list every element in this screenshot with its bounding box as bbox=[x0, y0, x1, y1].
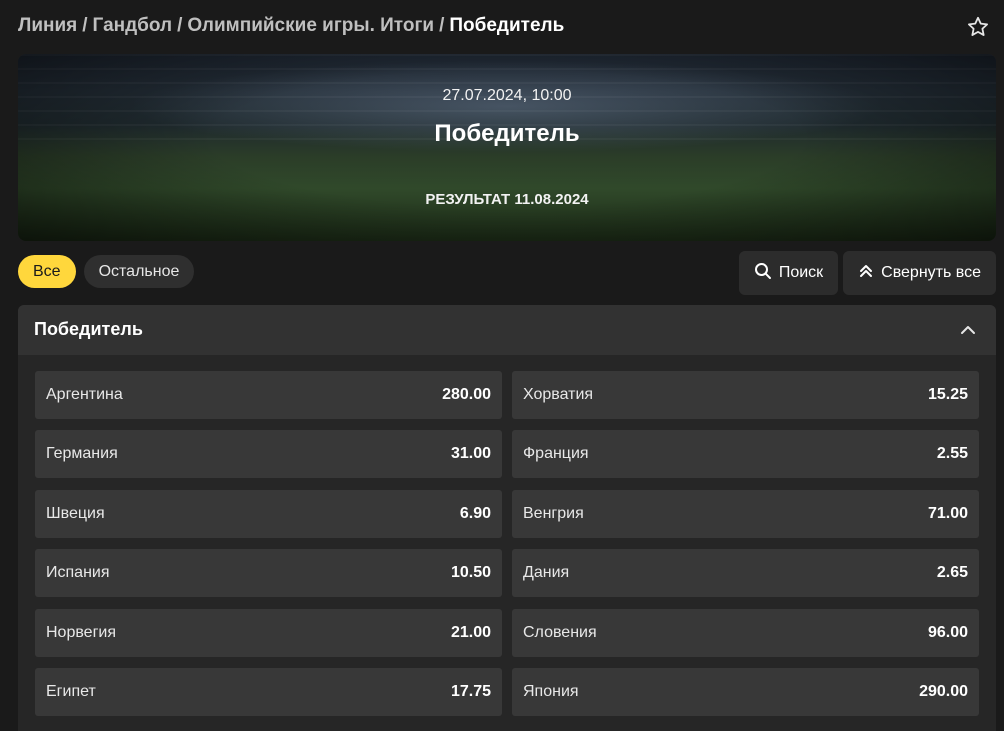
market-actions: Поиск Свернуть все bbox=[734, 251, 996, 295]
breadcrumb-item-current: Победитель bbox=[449, 15, 565, 36]
outcome-cell[interactable]: Швеция 6.90 bbox=[35, 490, 502, 538]
outcome-odds: 15.25 bbox=[927, 386, 968, 403]
outcome-cell[interactable]: Венгрия 71.00 bbox=[512, 490, 979, 538]
outcome-cell[interactable]: Дания 2.65 bbox=[512, 549, 979, 597]
top-bar: Линия / Гандбол / Олимпийские игры. Итоги / По… bbox=[0, 0, 1004, 54]
event-title: Победитель bbox=[434, 120, 580, 147]
filter-other[interactable]: Остальное bbox=[83, 255, 195, 288]
outcome-cell[interactable]: Германия 31.00 bbox=[35, 430, 502, 478]
outcome-cell[interactable]: Словения 96.00 bbox=[512, 609, 979, 657]
outcome-name: Венгрия bbox=[523, 505, 584, 522]
outcome-odds: 290.00 bbox=[919, 683, 968, 700]
outcome-odds: 280.00 bbox=[442, 386, 491, 403]
outcome-name: Хорватия bbox=[523, 386, 594, 403]
outcome-name: Франция bbox=[523, 445, 589, 462]
outcome-cell[interactable]: Аргентина 280.00 bbox=[35, 371, 502, 419]
filter-all[interactable]: Все bbox=[18, 255, 76, 288]
outcome-cell[interactable]: Египет 17.75 bbox=[35, 668, 502, 716]
breadcrumb-item-line[interactable]: Линия bbox=[18, 15, 77, 36]
event-date: 27.07.2024, 10:00 bbox=[442, 87, 572, 104]
event-result: РЕЗУЛЬТАТ 11.08.2024 bbox=[425, 191, 589, 208]
outcome-name: Германия bbox=[46, 445, 118, 462]
search-button[interactable]: Поиск bbox=[738, 251, 839, 295]
outcome-name: Швеция bbox=[46, 505, 105, 522]
collapse-all-button[interactable]: Свернуть все bbox=[843, 251, 996, 295]
outcome-cell[interactable]: Хорватия 15.25 bbox=[512, 371, 979, 419]
market-panel: Победитель Аргентина 280.00 Хорватия 15.… bbox=[18, 305, 996, 731]
outcome-name: Египет bbox=[46, 683, 96, 700]
breadcrumb-separator: / bbox=[439, 15, 445, 36]
breadcrumb-item-olympics[interactable]: Олимпийские игры. Итоги bbox=[187, 15, 434, 36]
outcome-odds: 6.90 bbox=[459, 505, 491, 522]
outcome-odds: 2.65 bbox=[936, 564, 968, 581]
market-filters: Все Остальное bbox=[18, 255, 202, 289]
breadcrumb-separator: / bbox=[82, 15, 88, 36]
outcome-cell[interactable]: Норвегия 21.00 bbox=[35, 609, 502, 657]
outcome-name: Дания bbox=[523, 564, 570, 581]
outcome-odds: 96.00 bbox=[927, 624, 968, 641]
double-chevron-up-icon bbox=[858, 263, 874, 284]
outcome-cell[interactable]: Испания 10.50 bbox=[35, 549, 502, 597]
outcome-odds: 21.00 bbox=[450, 624, 491, 641]
outcome-cell[interactable]: Япония 290.00 bbox=[512, 668, 979, 716]
breadcrumb: Линия / Гандбол / Олимпийские игры. Итоги / По… bbox=[18, 15, 564, 37]
search-label: Поиск bbox=[778, 264, 824, 281]
chevron-up-icon[interactable] bbox=[958, 320, 978, 340]
breadcrumb-separator: / bbox=[177, 15, 183, 36]
star-outline-icon[interactable] bbox=[966, 15, 990, 39]
outcome-odds: 31.00 bbox=[450, 445, 491, 462]
breadcrumb-item-handball[interactable]: Гандбол bbox=[93, 15, 173, 36]
outcome-name: Аргентина bbox=[46, 386, 123, 403]
event-banner: 27.07.2024, 10:00 Победитель РЕЗУЛЬТАТ 1… bbox=[18, 54, 996, 241]
outcome-odds: 71.00 bbox=[927, 505, 968, 522]
outcome-cell[interactable]: Франция 2.55 bbox=[512, 430, 979, 478]
outcome-name: Япония bbox=[523, 683, 579, 700]
search-icon bbox=[754, 262, 772, 285]
outcome-odds: 17.75 bbox=[450, 683, 491, 700]
collapse-all-label: Свернуть все bbox=[881, 264, 981, 281]
outcome-odds: 10.50 bbox=[450, 564, 491, 581]
market-title: Победитель bbox=[34, 319, 143, 339]
outcome-name: Словения bbox=[523, 624, 597, 641]
outcome-name: Испания bbox=[46, 564, 110, 581]
outcome-name: Норвегия bbox=[46, 624, 117, 641]
market-header[interactable]: Победитель bbox=[18, 305, 996, 355]
outcome-odds: 2.55 bbox=[936, 445, 968, 462]
